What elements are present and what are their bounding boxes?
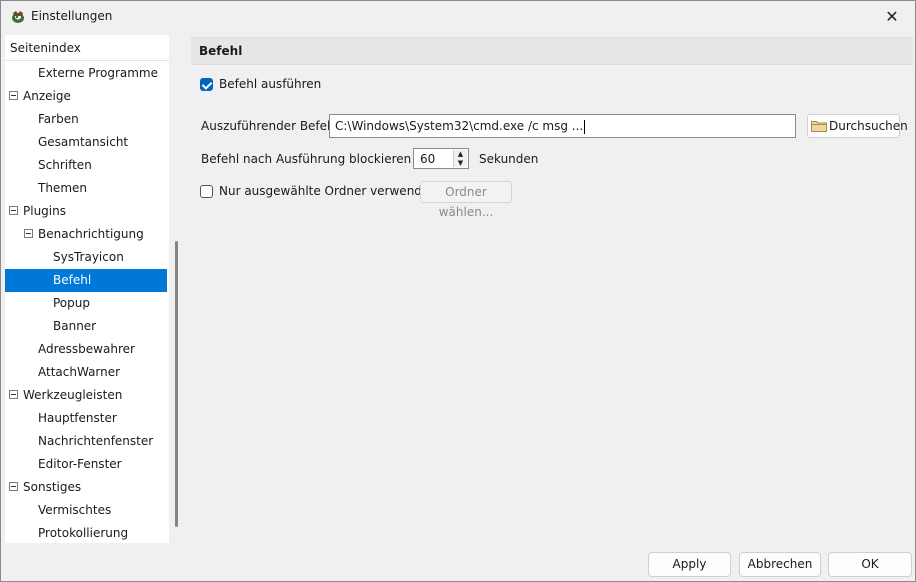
tree-item[interactable]: Benachrichtigung [5, 223, 167, 246]
block-seconds-value: 60 [420, 152, 436, 166]
tree-item[interactable]: Banner [5, 315, 167, 338]
tree-item[interactable]: Adressbewahrer [5, 338, 167, 361]
tree-item-label: Themen [38, 181, 87, 195]
collapse-icon[interactable] [9, 482, 18, 491]
page-index-sidebar: Seitenindex Externe Programme Anzeige Farb… [5, 35, 169, 543]
browse-button[interactable]: Durchsuchen [807, 114, 908, 138]
block-seconds-spinbox[interactable]: 60 ▲ ▼ [413, 148, 469, 169]
settings-window: Einstellungen ✕ Seitenindex Externe Prog… [0, 0, 916, 582]
collapse-icon[interactable] [9, 390, 18, 399]
title-bar: Einstellungen ✕ [1, 1, 915, 32]
window-title: Einstellungen [31, 9, 113, 23]
tree-item-label: Nachrichtenfenster [38, 434, 154, 448]
tree-item[interactable]: Popup [5, 292, 167, 315]
tree-item[interactable]: SysTrayicon [5, 246, 167, 269]
panel-header: Befehl [191, 37, 913, 65]
tree-item-label: Adressbewahrer [38, 342, 135, 356]
tree-item-label: Werkzeugleisten [23, 388, 123, 402]
tree-item-label: Popup [53, 296, 90, 310]
text-caret [584, 119, 586, 134]
tree-item-label: Anzeige [23, 89, 71, 103]
block-label: Befehl nach Ausführung blockieren für [201, 152, 432, 166]
collapse-icon[interactable] [9, 91, 18, 100]
sidebar-header: Seitenindex [5, 35, 169, 61]
tree-item[interactable]: Hauptfenster [5, 407, 167, 430]
tree-item-label: Sonstiges [23, 480, 82, 494]
tree-item[interactable]: Themen [5, 177, 167, 200]
tree-item[interactable]: Anzeige [5, 85, 167, 108]
command-input[interactable]: C:\Windows\System32\cmd.exe /c msg ... [329, 114, 796, 138]
tree-item-label: Plugins [23, 204, 66, 218]
execute-command-label: Befehl ausführen [219, 77, 322, 91]
ok-button[interactable]: OK [828, 552, 912, 577]
command-value: C:\Windows\System32\cmd.exe /c msg ... [335, 119, 584, 133]
tree-item-label: Befehl [53, 273, 92, 287]
folder-icon [811, 120, 827, 132]
collapse-icon[interactable] [24, 229, 33, 238]
tree-item-label: SysTrayicon [53, 250, 124, 264]
tree-item[interactable]: Schriften [5, 154, 167, 177]
cancel-button[interactable]: Abbrechen [739, 552, 821, 577]
tree-item-label: Schriften [38, 158, 92, 172]
execute-command-checkbox[interactable] [200, 78, 213, 91]
close-button[interactable]: ✕ [869, 1, 915, 32]
tree-item[interactable]: Vermischtes [5, 499, 167, 522]
tree-item-label: Protokollierung [38, 526, 129, 540]
seconds-unit-label: Sekunden [479, 152, 539, 166]
tree-item-label: Banner [53, 319, 97, 333]
tree-item[interactable]: Nachrichtenfenster [5, 430, 167, 453]
command-label: Auszuführender Befehl [201, 119, 338, 133]
tree-item[interactable]: Sonstiges [5, 476, 167, 499]
tree-item-label: Externe Programme [38, 66, 158, 80]
choose-folders-button[interactable]: Ordner wählen... [420, 181, 512, 219]
tree-item-label: Vermischtes [38, 503, 112, 517]
tree-item-label: Benachrichtigung [38, 227, 144, 241]
collapse-icon[interactable] [9, 206, 18, 215]
panel-title: Befehl [199, 44, 243, 58]
tree-item[interactable]: AttachWarner [5, 361, 167, 384]
spin-buttons: ▲ ▼ [453, 150, 467, 167]
tree-item-label: Hauptfenster [38, 411, 117, 425]
selected-folders-label: Nur ausgewählte Ordner verwenden [219, 184, 437, 198]
tree-item[interactable]: Befehl [5, 269, 167, 292]
tree-item-label: Farben [38, 112, 79, 126]
tree-item-label: AttachWarner [38, 365, 121, 379]
sidebar-scrollbar[interactable] [175, 241, 178, 527]
browse-label: Durchsuchen [829, 119, 908, 133]
arrow-down-icon[interactable]: ▼ [454, 159, 467, 167]
tree-item[interactable]: Editor-Fenster [5, 453, 167, 476]
close-icon: ✕ [885, 7, 899, 26]
selected-folders-checkbox[interactable] [200, 185, 213, 198]
tree-item[interactable]: Gesamtansicht [5, 131, 167, 154]
tree-item[interactable]: Werkzeugleisten [5, 384, 167, 407]
app-icon [10, 9, 26, 25]
tree-item[interactable]: Externe Programme [5, 62, 167, 85]
tree-item[interactable]: Plugins [5, 200, 167, 223]
tree-item-label: Editor-Fenster [38, 457, 122, 471]
arrow-up-icon[interactable]: ▲ [454, 150, 467, 158]
tree-item[interactable]: Farben [5, 108, 167, 131]
apply-button[interactable]: Apply [648, 552, 731, 577]
tree-item-label: Gesamtansicht [38, 135, 129, 149]
tree-item[interactable]: Protokollierung [5, 522, 167, 543]
